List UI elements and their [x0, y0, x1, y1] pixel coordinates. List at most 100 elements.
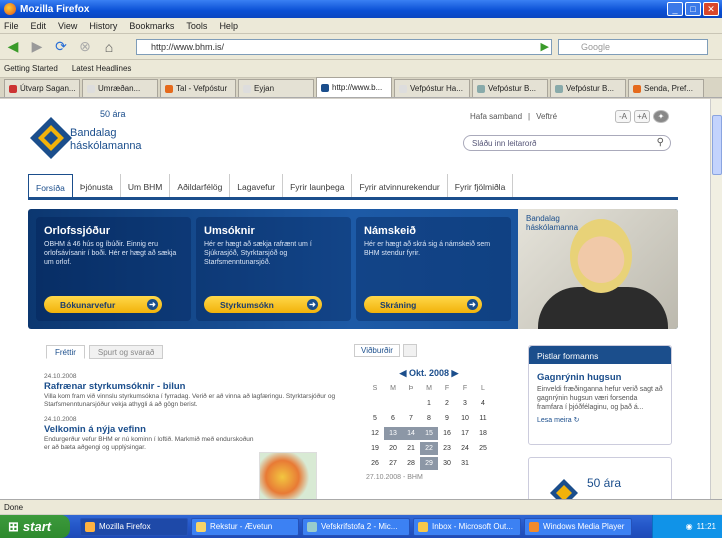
settings-icon[interactable]: ✦ — [653, 110, 669, 123]
calendar-day[interactable]: 31 — [456, 457, 474, 470]
calendar-day[interactable]: 6 — [384, 412, 402, 425]
calendar-day[interactable]: 4 — [474, 397, 492, 410]
news-title[interactable]: Rafrænar styrkumsóknir - bilun — [44, 381, 344, 392]
tab-spurt-og-svarad[interactable]: Spurt og svarað — [88, 345, 164, 359]
calendar-day[interactable]: 27 — [384, 457, 402, 470]
nav-um-bhm[interactable]: Um BHM — [121, 174, 171, 197]
bokunarvefur-button[interactable]: Bókunarvefur ➜ — [44, 296, 162, 313]
tab-frettir[interactable]: Fréttir — [46, 345, 85, 359]
go-icon[interactable]: ▶ — [541, 40, 549, 53]
site-search-input[interactable]: Sláðu inn leitarorð ⚲ — [463, 135, 671, 151]
contact-link[interactable]: Hafa samband — [470, 112, 522, 121]
reload-icon[interactable]: ⟳ — [52, 38, 70, 56]
browser-tab[interactable]: Eyjan — [238, 79, 314, 97]
menu-file[interactable]: File — [4, 21, 19, 31]
browser-tab[interactable]: Tal - Vefpóstur — [160, 79, 236, 97]
tab-vidburdir[interactable]: Viðburðir — [354, 344, 400, 357]
nav-fyrir-launthega[interactable]: Fyrir launþega — [283, 174, 353, 197]
close-button[interactable]: ✕ — [703, 2, 719, 16]
calendar-day[interactable]: 14 — [402, 427, 420, 440]
browser-tab[interactable]: Vefpóstur Ha... — [394, 79, 470, 97]
minimize-button[interactable]: _ — [667, 2, 683, 16]
calendar-day[interactable]: 28 — [402, 457, 420, 470]
menu-bookmarks[interactable]: Bookmarks — [129, 21, 174, 31]
calendar-day[interactable]: 8 — [420, 412, 438, 425]
browser-tab[interactable]: Vefpóstur B... — [550, 79, 626, 97]
calendar-event-preview[interactable]: 27.10.2008 - BHM — [366, 474, 506, 481]
calendar-day[interactable]: 30 — [438, 457, 456, 470]
calendar-day[interactable]: 9 — [438, 412, 456, 425]
news-title[interactable]: Velkomin á nýja vefinn — [44, 424, 256, 435]
calendar-day[interactable]: 24 — [456, 442, 474, 455]
bookmark-latest-headlines[interactable]: Latest Headlines — [72, 64, 132, 73]
menu-tools[interactable]: Tools — [186, 21, 207, 31]
anniversary-box[interactable]: 50 ára — [528, 457, 672, 499]
calendar-next-icon[interactable]: ▶ — [452, 368, 459, 378]
stop-icon[interactable]: ⊗ — [76, 38, 94, 56]
vertical-scrollbar[interactable] — [710, 99, 722, 499]
calendar-day[interactable]: 16 — [438, 427, 456, 440]
browser-tab-active[interactable]: http://www.b... — [316, 77, 392, 97]
taskbar-item[interactable]: Windows Media Player — [524, 517, 632, 536]
nav-fyrir-atvinnurekendur[interactable]: Fyrir atvinnurekendur — [352, 174, 448, 197]
read-more-link[interactable]: Lesa meira ↻ — [537, 416, 663, 424]
calendar-day[interactable]: 10 — [456, 412, 474, 425]
restore-button[interactable]: □ — [685, 2, 701, 16]
home-icon[interactable]: ⌂ — [100, 38, 118, 56]
calendar-day[interactable]: 17 — [456, 427, 474, 440]
calendar-day[interactable]: 22 — [420, 442, 438, 455]
calendar-day[interactable]: 21 — [402, 442, 420, 455]
decrease-font-button[interactable]: -A — [615, 110, 631, 123]
calendar-day[interactable]: 1 — [420, 397, 438, 410]
calendar-day[interactable]: 2 — [438, 397, 456, 410]
nav-lagavefur[interactable]: Lagavefur — [230, 174, 284, 197]
start-button[interactable]: ⊞ start — [0, 515, 70, 538]
calendar-day[interactable]: 12 — [366, 427, 384, 440]
taskbar-item[interactable]: Rekstur - Ævetun — [191, 517, 299, 536]
browser-tab[interactable]: Útvarp Sagan... — [4, 79, 80, 97]
calendar-day[interactable]: 3 — [456, 397, 474, 410]
calendar-day[interactable]: 15 — [420, 427, 438, 440]
nav-thjonusta[interactable]: Þjónusta — [73, 174, 121, 197]
calendar-day[interactable]: 23 — [438, 442, 456, 455]
tab-calendar-other[interactable] — [402, 344, 417, 357]
calendar-day[interactable]: 7 — [402, 412, 420, 425]
news-image[interactable] — [259, 452, 317, 499]
browser-search-input[interactable]: Google — [558, 39, 708, 55]
calendar-day[interactable]: 26 — [366, 457, 384, 470]
skraning-button[interactable]: Skráning ➜ — [364, 296, 482, 313]
styrkumsokn-button[interactable]: Styrkumsókn ➜ — [204, 296, 322, 313]
calendar-prev-icon[interactable]: ◀ — [400, 368, 407, 378]
browser-tab[interactable]: Senda, Pref... — [628, 79, 704, 97]
menu-edit[interactable]: Edit — [31, 21, 47, 31]
calendar-day[interactable]: 25 — [474, 442, 492, 455]
box-title[interactable]: Gagnrýnin hugsun — [537, 372, 671, 383]
sitemap-link[interactable]: Veftré — [536, 112, 557, 121]
nav-fyrir-fjolmidla[interactable]: Fyrir fjölmiðla — [448, 174, 514, 197]
increase-font-button[interactable]: +A — [634, 110, 650, 123]
tray-icon[interactable]: ◉ — [686, 522, 693, 531]
menu-history[interactable]: History — [89, 21, 117, 31]
search-icon[interactable]: ⚲ — [657, 137, 664, 148]
calendar-day[interactable]: 20 — [384, 442, 402, 455]
calendar-day[interactable]: 18 — [474, 427, 492, 440]
back-icon[interactable]: ◀ — [4, 38, 22, 56]
calendar-day[interactable]: 11 — [474, 412, 492, 425]
site-logo[interactable]: 50 ára Bandalag háskólamanna — [28, 109, 158, 164]
url-bar[interactable]: http://www.bhm.is/ ▶ — [136, 39, 552, 55]
calendar-day[interactable]: 19 — [366, 442, 384, 455]
taskbar-item[interactable]: Inbox - Microsoft Out... — [413, 517, 521, 536]
scrollbar-thumb[interactable] — [712, 115, 722, 175]
nav-adildarfelog[interactable]: Aðildarfélög — [170, 174, 231, 197]
menu-help[interactable]: Help — [219, 21, 238, 31]
nav-forsida[interactable]: Forsíða — [28, 174, 73, 197]
browser-tab[interactable]: Vefpóstur B... — [472, 79, 548, 97]
taskbar-item[interactable]: Vefskrifstofa 2 - Mic... — [302, 517, 410, 536]
calendar-day[interactable]: 13 — [384, 427, 402, 440]
calendar-day[interactable]: 5 — [366, 412, 384, 425]
menu-view[interactable]: View — [58, 21, 77, 31]
calendar-day[interactable]: 29 — [420, 457, 438, 470]
forward-icon[interactable]: ▶ — [28, 38, 46, 56]
taskbar-item[interactable]: Mozilla Firefox — [80, 517, 188, 536]
browser-tab[interactable]: Umræðan... — [82, 79, 158, 97]
